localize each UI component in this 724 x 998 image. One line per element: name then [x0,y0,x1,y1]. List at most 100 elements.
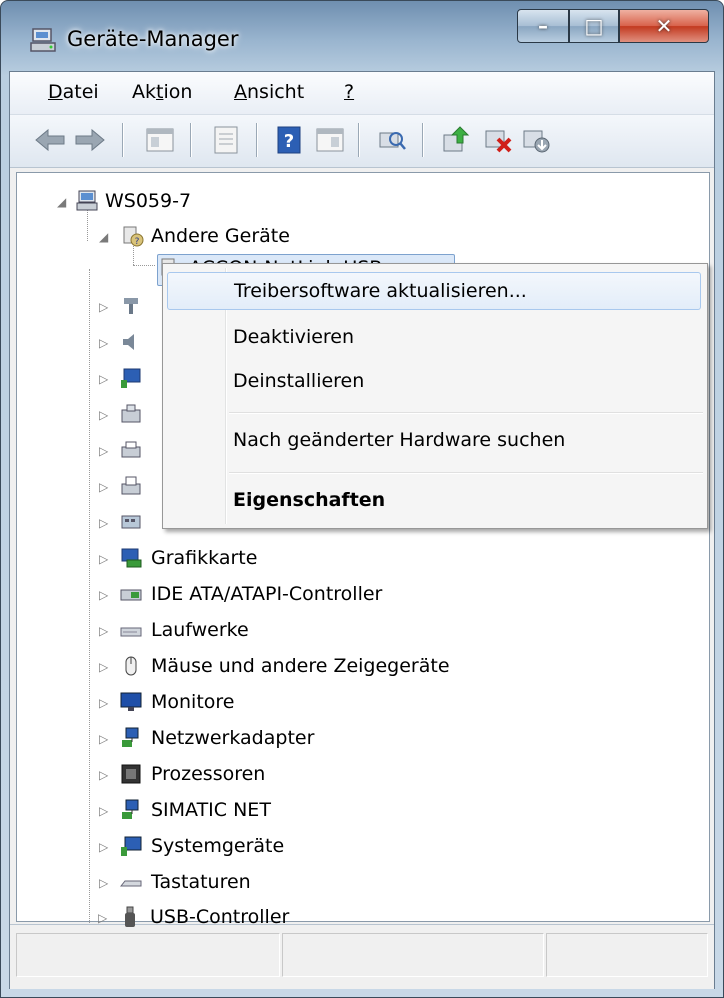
tree-node-label: Mäuse und andere Zeigegeräte [151,655,450,677]
toolbar-separator [422,123,424,157]
tree-node-simatic-net[interactable]: ▷ SIMATIC NET [17,794,707,828]
expand-icon[interactable]: ▷ [99,552,113,566]
print-icon[interactable] [208,123,244,157]
expand-icon[interactable]: ▷ [99,732,113,746]
context-menu-separator [229,412,703,414]
ide-controller-icon [120,589,142,601]
expand-icon[interactable]: ▷ [99,588,113,602]
back-arrow-icon[interactable] [32,123,68,157]
close-button[interactable]: ✕ [619,9,709,43]
context-menu: Treibersoftware aktualisieren... Deaktiv… [162,263,708,529]
tree-node-root[interactable]: ◢ WS059-7 [17,185,707,219]
ctx-uninstall[interactable]: Deinstallieren [167,363,701,401]
toolbar-separator [256,123,258,157]
expand-icon[interactable]: ▷ [99,696,113,710]
expand-icon[interactable]: ▷ [98,911,112,925]
tree-node-systemgeraete[interactable]: ▷ Systemgeräte [17,830,707,864]
drive-icon [120,627,142,637]
tree-node-laufwerke[interactable]: ▷ Laufwerke [17,614,707,648]
mouse-icon [125,656,137,676]
menu-ansicht[interactable]: Ansicht [234,81,304,103]
status-pane [282,933,544,977]
properties-pane-icon[interactable] [142,123,178,157]
expand-icon[interactable]: ▷ [99,804,113,818]
hid-device-icon [121,515,141,529]
forward-arrow-icon[interactable] [72,123,108,157]
ctx-properties[interactable]: Eigenschaften [167,482,701,520]
expand-icon[interactable]: ▷ [99,480,113,494]
expand-icon[interactable]: ▷ [99,300,113,314]
tree-node-prozessoren[interactable]: ▷ Prozessoren [17,758,707,792]
expand-icon[interactable]: ▷ [99,840,113,854]
window-title: Geräte-Manager [67,27,239,51]
tree-node-label: Monitore [151,691,235,713]
tree-node-label: SIMATIC NET [151,799,271,821]
expand-icon[interactable]: ▷ [99,660,113,674]
expand-icon[interactable]: ▷ [99,444,113,458]
device-manager-icon [30,28,56,52]
printer-icon [121,441,141,458]
maximize-icon: □ [584,14,604,38]
tree-node-label: IDE ATA/ATAPI-Controller [151,583,383,605]
tree-node-maeuse[interactable]: ▷ Mäuse und andere Zeigegeräte [17,650,707,684]
expand-icon[interactable]: ▷ [99,768,113,782]
tree-node-monitore[interactable]: ▷ Monitore [17,686,707,720]
window-client: Datei Aktion Ansicht ? ? ◢ WS059-7 ◢ ? A… [9,71,715,989]
ctx-scan-hardware[interactable]: Nach geänderter Hardware suchen [167,422,701,460]
tree-node-label: Laufwerke [151,619,249,641]
menu-datei[interactable]: Datei [48,81,99,103]
printer-queue-icon [121,476,141,495]
status-pane [546,933,708,977]
monitor-icon [120,692,142,711]
audio-device-icon [124,298,138,314]
speaker-icon [123,334,134,350]
network-adapter-icon [122,727,139,747]
toolbar: ? [10,115,714,168]
tree-node-label: Grafikkarte [151,547,258,569]
tree-node-netzwerkadapter[interactable]: ▷ Netzwerkadapter [17,722,707,756]
computer-icon [76,190,98,211]
expand-icon[interactable]: ▷ [99,336,113,350]
scan-hardware-icon[interactable] [374,123,410,157]
ctx-update-driver[interactable]: Treibersoftware aktualisieren... [167,272,701,310]
help-icon[interactable]: ? [272,123,308,157]
tree-node-other-devices[interactable]: ◢ ? Andere Geräte [17,220,707,254]
expand-icon[interactable]: ▷ [99,624,113,638]
processor-icon [121,764,141,784]
toolbar-separator [358,123,360,157]
minimize-icon: – [538,14,548,38]
computer-icon [121,368,141,388]
tree-node-label: WS059-7 [105,190,192,212]
expand-icon[interactable]: ▷ [99,516,113,530]
expand-icon[interactable]: ▷ [99,372,113,386]
collapse-icon[interactable]: ◢ [99,230,113,244]
svg-text:?: ? [284,131,294,152]
context-menu-separator [229,472,703,474]
tree-node-usb-controller[interactable]: ▷ USB-Controller [16,901,706,935]
svg-text:?: ? [135,237,140,247]
collapse-icon[interactable]: ◢ [57,195,71,209]
tree-node-ide-controller[interactable]: ▷ IDE ATA/ATAPI-Controller [17,578,707,612]
display-adapter-icon [121,548,142,568]
expand-icon[interactable]: ▷ [99,408,113,422]
usb-icon [125,906,135,927]
tree-node-grafikkarte[interactable]: ▷ Grafikkarte [17,542,707,576]
update-driver-icon[interactable] [438,123,474,157]
console-tree-icon[interactable] [312,123,348,157]
title-bar[interactable]: Geräte-Manager – □ ✕ [1,1,723,79]
toolbar-separator [190,123,192,157]
tree-node-label: Andere Geräte [151,225,290,247]
network-icon [122,799,139,819]
status-pane [16,933,280,977]
disk-drive-icon [121,404,141,423]
tree-node-label: Systemgeräte [151,835,285,857]
menu-aktion[interactable]: Aktion [132,81,192,103]
menu-help[interactable]: ? [344,81,354,103]
ctx-disable[interactable]: Deaktivieren [167,319,701,357]
maximize-button[interactable]: □ [569,9,619,43]
minimize-button[interactable]: – [517,9,569,43]
tree-node-label: Prozessoren [151,763,266,785]
menu-bar: Datei Aktion Ansicht ? [10,72,714,115]
disable-device-icon[interactable] [518,123,554,157]
uninstall-device-icon[interactable] [480,123,516,157]
